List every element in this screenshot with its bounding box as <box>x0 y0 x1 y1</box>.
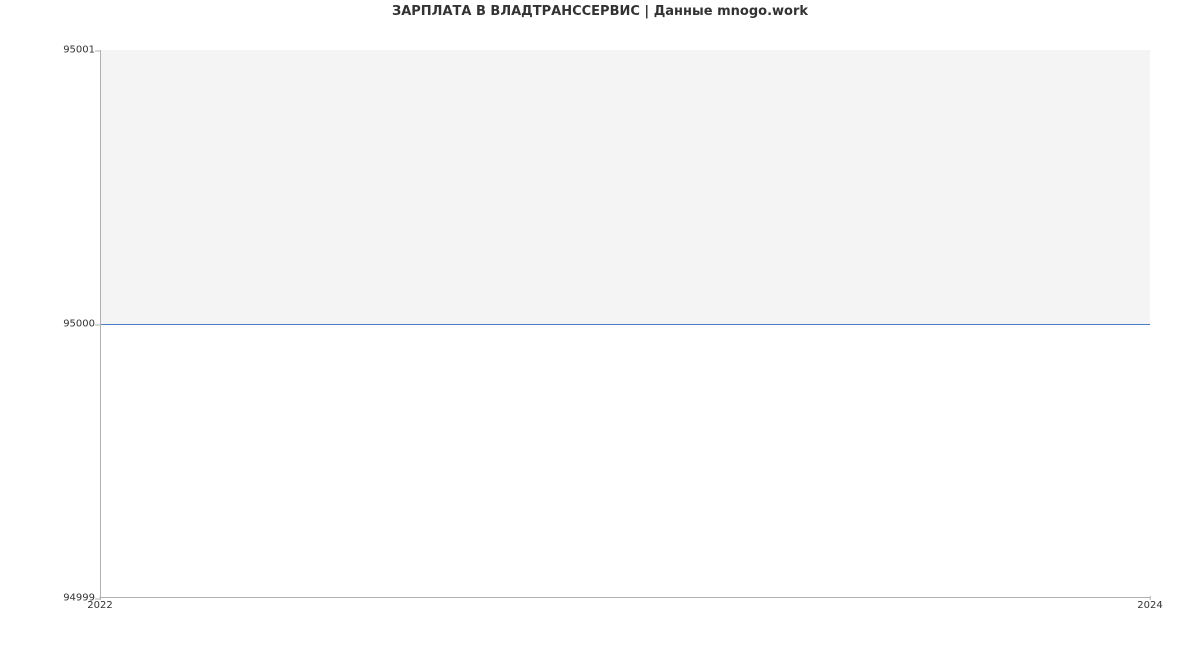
y-tick-label: 95001 <box>63 45 95 56</box>
y-tick: 95000 <box>5 319 95 330</box>
y-tick-mark <box>95 50 101 51</box>
y-tick-label: 95000 <box>63 319 95 330</box>
y-tick: 95001 <box>5 45 95 56</box>
area-fill <box>101 50 1150 324</box>
x-tick-mark <box>99 596 100 600</box>
plot-area <box>100 50 1150 598</box>
x-tick-mark <box>1149 596 1150 600</box>
chart-title: ЗАРПЛАТА В ВЛАДТРАНССЕРВИС | Данные mnog… <box>0 4 1200 19</box>
chart-container: ЗАРПЛАТА В ВЛАДТРАНССЕРВИС | Данные mnog… <box>0 0 1200 650</box>
y-tick-mark <box>95 324 101 325</box>
x-tick-label: 2024 <box>1137 600 1162 611</box>
series-line <box>101 324 1150 325</box>
x-tick-label: 2022 <box>87 600 112 611</box>
y-tick: 94999 <box>5 593 95 604</box>
x-tick: 2022 <box>87 600 112 611</box>
x-tick: 2024 <box>1137 600 1162 611</box>
